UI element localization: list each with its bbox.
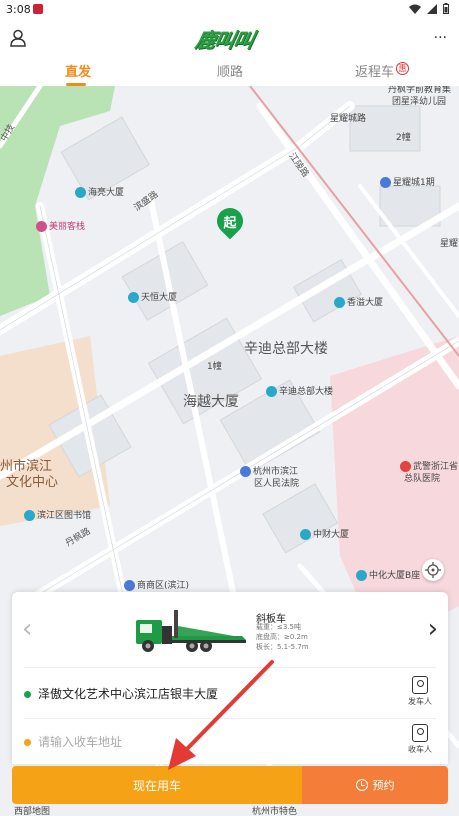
map-label-meili-inn: 美丽客栈 <box>36 219 85 232</box>
sender-address-row[interactable]: 泽傲文化艺术中心滨江店银丰大厦 发车人 <box>24 674 436 714</box>
sender-address[interactable]: 泽傲文化艺术中心滨江店银丰大厦 <box>38 685 218 702</box>
map-label-library: 滨江区图书馆 <box>24 508 91 521</box>
book-label: 预约 <box>372 780 395 792</box>
map-label-shangshang: 商商区(滨江) <box>124 578 189 591</box>
receiver-contact-button[interactable]: 收车人 <box>404 724 436 755</box>
use-now-button[interactable]: 现在用车 <box>12 766 302 804</box>
vehicle-spec-length: 板长：5.1-5.7m <box>256 643 309 651</box>
crosshair-icon <box>425 562 441 578</box>
locate-me-button[interactable] <box>422 559 444 581</box>
map-label-hailiang: 海亮大厦 <box>75 185 124 198</box>
map-label-building-1: 1幢 <box>207 362 222 372</box>
sender-contact-button[interactable]: 发车人 <box>404 676 436 707</box>
receiver-address-row[interactable]: 请输入收车地址 收车人 <box>24 722 436 762</box>
vehicle-spec-load: 载重：≤3.5吨 <box>256 623 301 631</box>
start-dot-icon <box>24 691 31 698</box>
status-bar: 3:08 <box>0 0 459 20</box>
receiver-address-input[interactable]: 请输入收车地址 <box>38 733 122 750</box>
tab-direct[interactable]: 直发 <box>65 61 91 80</box>
contact-card-icon <box>412 676 428 694</box>
map-label-xindi-hq-large: 辛迪总部大楼 <box>244 341 328 357</box>
action-bar: 现在用车 预约 <box>12 766 448 804</box>
map-label-zhonghua: 中化大厦B座 <box>356 568 420 581</box>
status-time: 3:08 <box>6 3 31 16</box>
app-header: 鹿叫叫 ··· <box>0 20 459 56</box>
map-footer-strip: 西部地图 杭州市特色 <box>0 804 459 816</box>
service-tabs: 直发 顺路 返程车 <box>0 56 459 86</box>
map-label-tianheng: 天恒大厦 <box>128 290 177 303</box>
prev-vehicle-chevron-icon[interactable]: ‹ <box>22 614 32 644</box>
map-label-xiangyi: 香溢大厦 <box>334 295 383 308</box>
next-vehicle-chevron-icon[interactable]: › <box>428 614 438 644</box>
map-label-xingyao-right: 星耀 <box>440 239 459 249</box>
system-icons <box>409 3 449 14</box>
sender-contact-label: 发车人 <box>408 697 432 706</box>
map-label-xindi-hq: 辛迪总部大楼 <box>266 384 333 397</box>
tab-along-route[interactable]: 顺路 <box>217 61 243 80</box>
order-card: ‹ › 斜板车 载重：≤3.5吨 底盘高：≥0.2m 板长：5.1-5.7m 泽… <box>12 592 448 764</box>
signal-icon <box>427 3 437 14</box>
discount-badge: 惠 <box>396 62 409 75</box>
contact-card-icon <box>412 724 428 742</box>
map-label-culture-center-2: 文化中心 <box>6 475 59 490</box>
notification-icon <box>33 4 43 14</box>
app-logo: 鹿叫叫 <box>193 28 256 52</box>
user-profile-icon[interactable] <box>8 28 28 48</box>
book-button[interactable]: 预约 <box>302 766 448 804</box>
map-label-kindergarten-2: 团星泽幼儿园 <box>392 97 447 107</box>
wifi-icon <box>409 4 421 14</box>
map-label-footer-right: 杭州市特色 <box>252 807 298 816</box>
clock-icon <box>355 779 368 791</box>
card-divider <box>24 667 436 668</box>
tab-return-trip[interactable]: 返程车 <box>355 61 394 80</box>
battery-icon <box>443 3 449 14</box>
end-dot-icon <box>24 739 31 746</box>
map-label-xingyao-phase1: 星耀城1期 <box>380 175 435 188</box>
more-menu-icon[interactable]: ··· <box>434 30 447 46</box>
map-label-footer-left: 西部地图 <box>14 807 51 816</box>
receiver-contact-label: 收车人 <box>408 745 432 754</box>
map-label-court-2: 区人民法院 <box>254 479 300 489</box>
map-label-road-xingyao: 星耀城路 <box>330 114 367 124</box>
map-label-hospital-2: 总队医院 <box>404 474 441 484</box>
vehicle-spec-chassis: 底盘高：≥0.2m <box>256 633 308 641</box>
map-label-zhongcai: 中财大厦 <box>300 527 349 540</box>
map-label-haiyue-large: 海越大厦 <box>183 394 239 410</box>
flatbed-truck-icon <box>136 610 246 652</box>
card-divider <box>24 718 436 719</box>
start-location-pin[interactable]: 起 <box>211 202 249 242</box>
map-label-building-2: 2幢 <box>396 133 411 143</box>
